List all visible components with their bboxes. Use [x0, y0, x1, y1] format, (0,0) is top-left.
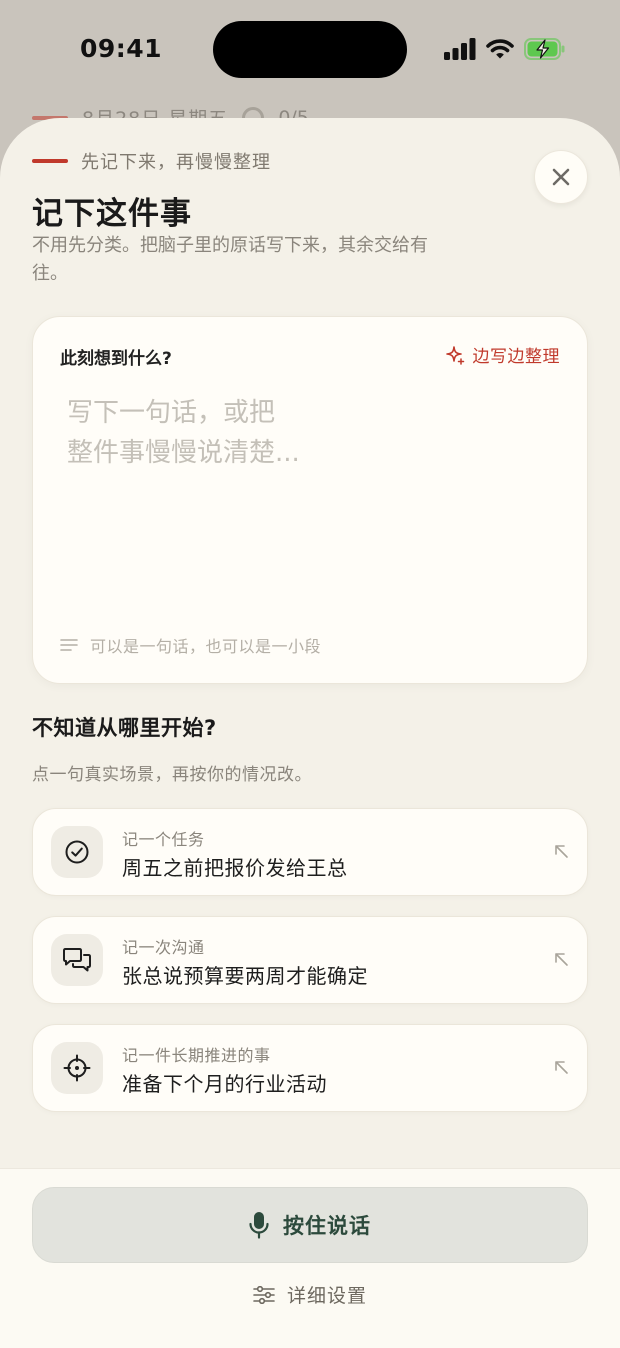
accent-bar: [32, 159, 68, 163]
note-hint-text: 可以是一句话，也可以是一小段: [90, 637, 322, 656]
starter-text: 准备下个月的行业活动: [122, 1072, 327, 1096]
starter-icon-box: [51, 934, 103, 986]
target-icon: [63, 1054, 91, 1082]
note-card: 此刻想到什么? 边写边整理 可以是一句话，也可以是一小段: [32, 316, 588, 684]
note-input[interactable]: [67, 393, 547, 613]
starter-kind: 记一次沟通: [122, 938, 205, 957]
starter-subtitle: 点一句真实场景，再按你的情况改。: [32, 765, 312, 785]
arrow-up-left-icon: [555, 845, 568, 858]
check-circle-icon: [65, 840, 89, 864]
arrow-up-left-icon: [555, 1061, 568, 1074]
detailed-settings-button[interactable]: 详细设置: [0, 1281, 620, 1308]
starter-item-long-term[interactable]: 记一件长期推进的事 准备下个月的行业活动: [32, 1024, 588, 1112]
starter-text: 张总说预算要两周才能确定: [122, 964, 368, 988]
starter-title: 不知道从哪里开始?: [32, 716, 217, 740]
wifi-icon: [486, 39, 514, 59]
starter-icon-box: [51, 826, 103, 878]
screen: 09:41 8月28日 星期五 0/5 先记下来，再慢慢整理: [0, 0, 620, 1348]
battery-charging-icon: [524, 38, 565, 60]
sheet-subtitle: 不用先分类。把脑子里的原话写下来，其余交给有往。: [32, 235, 428, 284]
status-time: 09:41: [80, 34, 163, 63]
eyebrow-text: 先记下来，再慢慢整理: [81, 152, 271, 173]
starter-kind: 记一个任务: [122, 830, 205, 849]
arrow-up-left-icon: [555, 953, 568, 966]
starter-icon-box: [51, 1042, 103, 1094]
sheet-eyebrow: 先记下来，再慢慢整理: [32, 148, 271, 174]
bottom-bar: 按住说话 详细设置: [0, 1168, 620, 1348]
status-icons: [444, 38, 566, 60]
text-lines-icon: [60, 639, 78, 651]
starter-text: 周五之前把报价发给王总: [122, 856, 348, 880]
chat-bubbles-icon: [63, 948, 91, 972]
dynamic-island: [213, 21, 407, 78]
detailed-settings-label: 详细设置: [286, 1285, 367, 1307]
note-hint: 可以是一句话，也可以是一小段: [60, 633, 321, 657]
organize-while-writing-button[interactable]: 边写边整理: [445, 342, 561, 367]
starter-kind: 记一件长期推进的事: [122, 1046, 271, 1065]
capture-sheet: 先记下来，再慢慢整理 记下这件事 不用先分类。把脑子里的原话写下来，其余交给有往…: [0, 118, 620, 1348]
starter-list: 记一个任务 周五之前把报价发给王总 记一次沟通 张总说预算要两周才能确定 记一件…: [32, 808, 588, 1132]
microphone-icon: [249, 1212, 269, 1239]
sliders-icon: [253, 1285, 275, 1304]
close-button[interactable]: [534, 150, 588, 204]
cellular-signal-icon: [444, 38, 476, 60]
organize-label: 边写边整理: [472, 347, 560, 367]
hold-to-talk-label: 按住说话: [283, 1214, 371, 1238]
sheet-title: 记下这件事: [32, 196, 192, 232]
starter-item-communication[interactable]: 记一次沟通 张总说预算要两周才能确定: [32, 916, 588, 1004]
note-label: 此刻想到什么?: [60, 349, 172, 369]
starter-item-task[interactable]: 记一个任务 周五之前把报价发给王总: [32, 808, 588, 896]
sparkle-icon: [445, 345, 464, 365]
close-icon: [552, 168, 570, 186]
hold-to-talk-button[interactable]: 按住说话: [32, 1187, 588, 1263]
